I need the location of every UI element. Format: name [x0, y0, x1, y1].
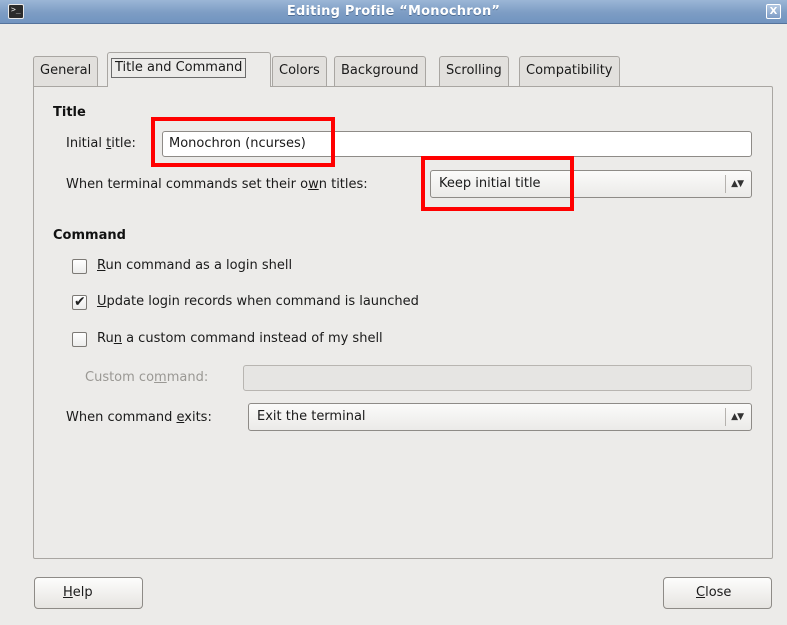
title-behavior-value: Keep initial title	[439, 176, 541, 191]
close-window-icon[interactable]: X	[766, 4, 781, 19]
tab-general[interactable]: General	[33, 56, 99, 86]
update-records-label[interactable]: Update login records when command is lau…	[97, 294, 419, 309]
when-sets-titles-label: When terminal commands set their own tit…	[66, 177, 368, 192]
help-button[interactable]: Help	[34, 577, 143, 609]
command-section-heading: Command	[53, 228, 126, 243]
title-behavior-select[interactable]: Keep initial title ▲▼	[430, 170, 752, 198]
window-title: Editing Profile “Monochron”	[286, 4, 501, 19]
tab-page-title-and-command: Title Initial title: Monochron (ncurses)…	[33, 86, 773, 559]
tab-title-and-command[interactable]: Title and Command	[107, 52, 271, 87]
combo-separator	[725, 408, 726, 426]
tab-background[interactable]: Background	[334, 56, 426, 86]
combo-separator	[725, 175, 726, 193]
custom-command-checkbox[interactable]	[72, 332, 87, 347]
checkmark-icon: ✔	[74, 294, 86, 310]
command-exits-value: Exit the terminal	[257, 409, 366, 424]
tab-label: Title and Command	[111, 58, 247, 78]
title-section-heading: Title	[53, 105, 86, 120]
login-shell-label[interactable]: Run command as a login shell	[97, 258, 292, 273]
initial-title-label: Initial title:	[66, 136, 136, 151]
profile-dialog: >_ Editing Profile “Monochron” X General…	[0, 0, 787, 625]
command-exits-select[interactable]: Exit the terminal ▲▼	[248, 403, 752, 431]
custom-command-check-label[interactable]: Run a custom command instead of my shell	[97, 331, 383, 346]
initial-title-input[interactable]: Monochron (ncurses)	[162, 131, 752, 157]
tab-scrolling[interactable]: Scrolling	[439, 56, 509, 86]
title-bar[interactable]: >_ Editing Profile “Monochron” X	[0, 0, 787, 24]
tab-colors[interactable]: Colors	[272, 56, 327, 86]
combo-arrows-icon: ▲▼	[731, 412, 744, 422]
custom-command-label: Custom command:	[85, 370, 209, 385]
combo-arrows-icon: ▲▼	[731, 179, 744, 189]
custom-command-input[interactable]	[243, 365, 752, 391]
tab-compatibility[interactable]: Compatibility	[519, 56, 620, 86]
login-shell-checkbox[interactable]	[72, 259, 87, 274]
close-button[interactable]: Close	[663, 577, 772, 609]
command-exits-label: When command exits:	[66, 410, 212, 425]
update-records-checkbox[interactable]: ✔	[72, 294, 87, 310]
